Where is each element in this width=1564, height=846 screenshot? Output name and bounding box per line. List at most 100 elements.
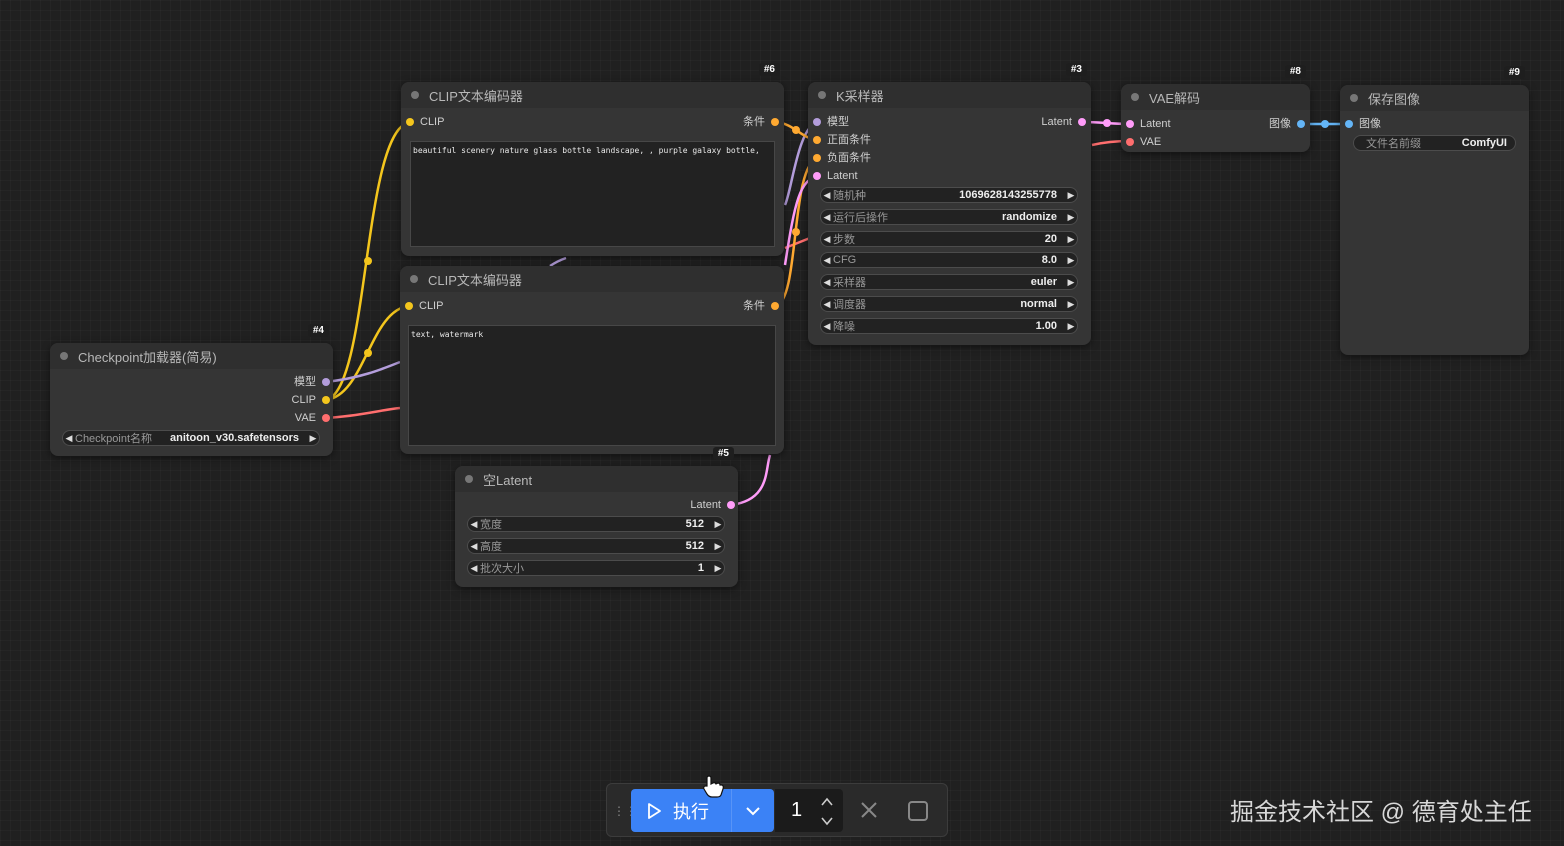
collapse-dot-icon[interactable] — [465, 475, 473, 483]
slot-dot-icon[interactable] — [1345, 120, 1353, 128]
prompt-textarea[interactable]: beautiful scenery nature glass bottle la… — [410, 141, 775, 247]
clip-text-encode-positive-node[interactable]: #6 CLIP文本编码器 CLIP 条件 beautiful scenery n… — [401, 63, 784, 256]
slot-label: 图像 — [1269, 118, 1291, 130]
filename-prefix-widget[interactable]: 文件名前缀 ComfyUI — [1353, 135, 1516, 151]
scheduler-widget[interactable]: ◀ 调度器 normal ▶ — [820, 296, 1078, 312]
output-slot-image[interactable]: 图像 — [1269, 117, 1305, 131]
slot-dot-icon[interactable] — [1297, 120, 1305, 128]
decrement-arrow-icon[interactable]: ◀ — [821, 212, 833, 223]
checkpoint-name-widget[interactable]: ◀ Checkpoint名称 anitoon_v30.safetensors ▶ — [62, 430, 320, 446]
slot-dot-icon[interactable] — [322, 414, 330, 422]
queue-count-stepper[interactable]: 1 — [775, 789, 843, 832]
node-header[interactable]: K采样器 — [808, 82, 1091, 108]
height-widget[interactable]: ◀ 高度 512 ▶ — [467, 538, 725, 554]
output-slot-latent[interactable]: Latent — [1041, 115, 1086, 129]
width-widget[interactable]: ◀ 宽度 512 ▶ — [467, 516, 725, 532]
chevron-down-icon[interactable] — [744, 802, 762, 820]
decrement-arrow-icon[interactable]: ◀ — [468, 563, 480, 574]
chevron-down-icon[interactable] — [819, 814, 835, 828]
increment-arrow-icon[interactable]: ▶ — [1065, 212, 1077, 223]
checkpoint-loader-node[interactable]: #4 Checkpoint加载器(简易) 模型 CLIP VAE ◀ Check… — [50, 324, 333, 456]
collapse-dot-icon[interactable] — [411, 91, 419, 99]
slot-dot-icon[interactable] — [813, 136, 821, 144]
increment-arrow-icon[interactable]: ▶ — [1065, 299, 1077, 310]
decrement-arrow-icon[interactable]: ◀ — [821, 321, 833, 332]
increment-arrow-icon[interactable]: ▶ — [712, 519, 724, 530]
decrement-arrow-icon[interactable]: ◀ — [821, 299, 833, 310]
output-slot-conditioning[interactable]: 条件 — [743, 299, 779, 313]
decrement-arrow-icon[interactable]: ◀ — [821, 277, 833, 288]
increment-arrow-icon[interactable]: ▶ — [1065, 190, 1077, 201]
steps-widget[interactable]: ◀ 步数 20 ▶ — [820, 231, 1078, 247]
collapse-dot-icon[interactable] — [818, 91, 826, 99]
increment-arrow-icon[interactable]: ▶ — [1065, 277, 1077, 288]
batch-size-widget[interactable]: ◀ 批次大小 1 ▶ — [467, 560, 725, 576]
node-header[interactable]: CLIP文本编码器 — [401, 82, 784, 108]
increment-arrow-icon[interactable]: ▶ — [1065, 255, 1077, 266]
increment-arrow-icon[interactable]: ▶ — [307, 433, 319, 444]
input-slot-vae[interactable]: VAE — [1126, 135, 1161, 149]
slot-dot-icon[interactable] — [813, 172, 821, 180]
node-header[interactable]: CLIP文本编码器 — [400, 266, 784, 292]
close-icon[interactable] — [859, 800, 879, 820]
slot-dot-icon[interactable] — [405, 302, 413, 310]
decrement-arrow-icon[interactable]: ◀ — [63, 433, 75, 444]
decrement-arrow-icon[interactable]: ◀ — [468, 519, 480, 530]
node-header[interactable]: 空Latent — [455, 466, 738, 492]
ksampler-node[interactable]: #3 K采样器 模型 正面条件 负面条件 Latent Latent ◀ 随机种… — [808, 63, 1091, 345]
slot-dot-icon[interactable] — [322, 396, 330, 404]
collapse-dot-icon[interactable] — [60, 352, 68, 360]
input-slot-image[interactable]: 图像 — [1345, 117, 1381, 131]
vae-decode-node[interactable]: #8 VAE解码 Latent VAE 图像 — [1121, 65, 1310, 152]
node-header[interactable]: VAE解码 — [1121, 84, 1310, 110]
slot-dot-icon[interactable] — [1126, 120, 1134, 128]
collapse-dot-icon[interactable] — [1350, 94, 1358, 102]
control-after-generate-widget[interactable]: ◀ 运行后操作 randomize ▶ — [820, 209, 1078, 225]
input-slot-positive[interactable]: 正面条件 — [813, 133, 871, 147]
output-slot-vae[interactable]: VAE — [295, 411, 330, 425]
slot-dot-icon[interactable] — [771, 302, 779, 310]
slot-dot-icon[interactable] — [727, 501, 735, 509]
input-slot-model[interactable]: 模型 — [813, 115, 849, 129]
output-slot-latent[interactable]: Latent — [690, 498, 735, 512]
output-slot-clip[interactable]: CLIP — [292, 393, 330, 407]
slot-dot-icon[interactable] — [813, 154, 821, 162]
widget-label: 随机种 — [833, 190, 866, 202]
empty-latent-node[interactable]: #5 空Latent Latent ◀ 宽度 512 ▶ ◀ 高度 512 ▶ … — [455, 447, 738, 587]
slot-dot-icon[interactable] — [1078, 118, 1086, 126]
prompt-textarea[interactable]: text, watermark — [408, 325, 776, 446]
slot-dot-icon[interactable] — [771, 118, 779, 126]
save-image-node[interactable]: #9 保存图像 图像 文件名前缀 ComfyUI — [1340, 66, 1529, 355]
input-slot-clip[interactable]: CLIP — [406, 115, 444, 129]
decrement-arrow-icon[interactable]: ◀ — [821, 234, 833, 245]
collapse-dot-icon[interactable] — [410, 275, 418, 283]
node-header[interactable]: 保存图像 — [1340, 85, 1529, 111]
cfg-widget[interactable]: ◀ CFG 8.0 ▶ — [820, 252, 1078, 268]
slot-dot-icon[interactable] — [813, 118, 821, 126]
input-slot-negative[interactable]: 负面条件 — [813, 151, 871, 165]
output-slot-model[interactable]: 模型 — [294, 375, 330, 389]
input-slot-latent[interactable]: Latent — [813, 169, 858, 183]
input-slot-clip[interactable]: CLIP — [405, 299, 443, 313]
decrement-arrow-icon[interactable]: ◀ — [468, 541, 480, 552]
stop-icon[interactable] — [907, 800, 929, 822]
slot-dot-icon[interactable] — [322, 378, 330, 386]
slot-dot-icon[interactable] — [406, 118, 414, 126]
clip-text-encode-negative-node[interactable]: CLIP文本编码器 CLIP 条件 text, watermark — [400, 266, 784, 454]
increment-arrow-icon[interactable]: ▶ — [712, 563, 724, 574]
decrement-arrow-icon[interactable]: ◀ — [821, 255, 833, 266]
slot-dot-icon[interactable] — [1126, 138, 1134, 146]
decrement-arrow-icon[interactable]: ◀ — [821, 190, 833, 201]
queue-count-value[interactable]: 1 — [791, 799, 802, 822]
seed-widget[interactable]: ◀ 随机种 1069628143255778 ▶ — [820, 187, 1078, 203]
node-header[interactable]: Checkpoint加载器(简易) — [50, 343, 333, 369]
collapse-dot-icon[interactable] — [1131, 93, 1139, 101]
input-slot-latent[interactable]: Latent — [1126, 117, 1171, 131]
chevron-up-icon[interactable] — [819, 795, 835, 809]
output-slot-conditioning[interactable]: 条件 — [743, 115, 779, 129]
increment-arrow-icon[interactable]: ▶ — [1065, 234, 1077, 245]
increment-arrow-icon[interactable]: ▶ — [712, 541, 724, 552]
denoise-widget[interactable]: ◀ 降噪 1.00 ▶ — [820, 318, 1078, 334]
sampler-widget[interactable]: ◀ 采样器 euler ▶ — [820, 274, 1078, 290]
increment-arrow-icon[interactable]: ▶ — [1065, 321, 1077, 332]
